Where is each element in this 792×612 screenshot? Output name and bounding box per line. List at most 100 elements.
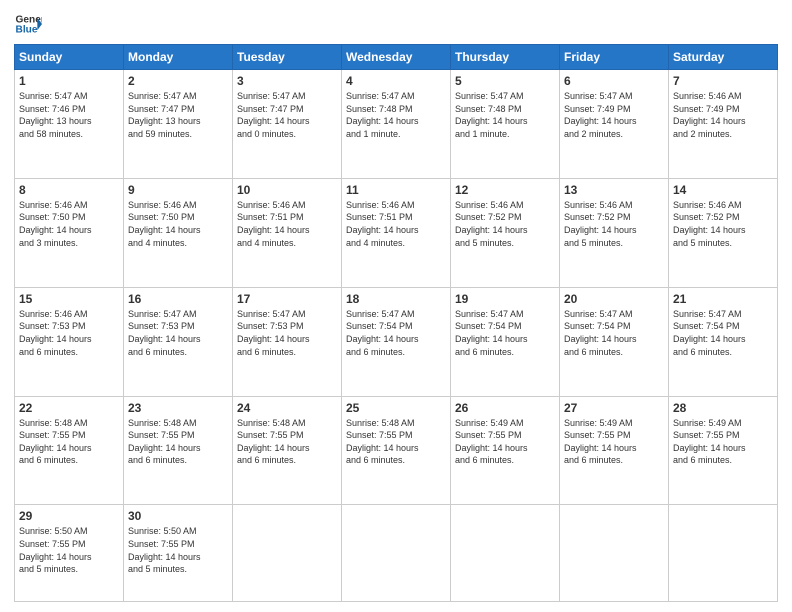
day-info: Sunrise: 5:47 AM Sunset: 7:54 PM Dayligh… [673, 308, 773, 358]
day-info: Sunrise: 5:46 AM Sunset: 7:52 PM Dayligh… [673, 199, 773, 249]
logo-icon: General Blue [14, 10, 42, 38]
day-number: 22 [19, 401, 119, 415]
page: General Blue SundayMondayTuesdayWednesda… [0, 0, 792, 612]
day-info: Sunrise: 5:48 AM Sunset: 7:55 PM Dayligh… [128, 417, 228, 467]
calendar-cell: 30Sunrise: 5:50 AM Sunset: 7:55 PM Dayli… [124, 505, 233, 602]
day-info: Sunrise: 5:48 AM Sunset: 7:55 PM Dayligh… [237, 417, 337, 467]
day-number: 2 [128, 74, 228, 88]
day-info: Sunrise: 5:47 AM Sunset: 7:53 PM Dayligh… [237, 308, 337, 358]
calendar-cell: 26 Sunrise: 5:49 AM Sunset: 7:55 PM Dayli… [451, 396, 560, 505]
day-info: Sunrise: 5:46 AM Sunset: 7:53 PM Dayligh… [19, 308, 119, 358]
calendar-cell: 15 Sunrise: 5:46 AM Sunset: 7:53 PM Dayli… [15, 287, 124, 396]
day-info: Sunrise: 5:47 AM Sunset: 7:49 PM Dayligh… [564, 90, 664, 140]
calendar-cell [560, 505, 669, 602]
calendar-cell: 13 Sunrise: 5:46 AM Sunset: 7:52 PM Dayli… [560, 178, 669, 287]
calendar-cell: 9 Sunrise: 5:46 AM Sunset: 7:50 PM Daylig… [124, 178, 233, 287]
day-number: 11 [346, 183, 446, 197]
day-number: 24 [237, 401, 337, 415]
calendar-cell: 25Sunrise: 5:48 AM Sunset: 7:55 PM Dayli… [342, 396, 451, 505]
day-number: 1 [19, 74, 119, 88]
day-info: Sunrise: 5:46 AM Sunset: 7:52 PM Dayligh… [564, 199, 664, 249]
day-number: 20 [564, 292, 664, 306]
calendar-cell: 20 Sunrise: 5:47 AM Sunset: 7:54 PM Dayli… [560, 287, 669, 396]
day-number: 16 [128, 292, 228, 306]
calendar-cell: 16 Sunrise: 5:47 AM Sunset: 7:53 PM Dayli… [124, 287, 233, 396]
calendar-table: SundayMondayTuesdayWednesdayThursdayFrid… [14, 44, 778, 602]
day-info: Sunrise: 5:46 AM Sunset: 7:50 PM Dayligh… [128, 199, 228, 249]
calendar-cell: 10 Sunrise: 5:46 AM Sunset: 7:51 PM Dayli… [233, 178, 342, 287]
day-info: Sunrise: 5:49 AM Sunset: 7:55 PM Dayligh… [455, 417, 555, 467]
day-number: 6 [564, 74, 664, 88]
day-number: 4 [346, 74, 446, 88]
day-number: 23 [128, 401, 228, 415]
weekday-header: Tuesday [233, 45, 342, 70]
day-info: Sunrise: 5:47 AM Sunset: 7:48 PM Dayligh… [455, 90, 555, 140]
calendar-cell: 18 Sunrise: 5:47 AM Sunset: 7:54 PM Dayli… [342, 287, 451, 396]
calendar-cell: 24 Sunrise: 5:48 AM Sunset: 7:55 PM Dayli… [233, 396, 342, 505]
calendar-cell [669, 505, 778, 602]
calendar-cell: 27 Sunrise: 5:49 AM Sunset: 7:55 PM Dayli… [560, 396, 669, 505]
weekday-header: Thursday [451, 45, 560, 70]
day-number: 17 [237, 292, 337, 306]
day-number: 15 [19, 292, 119, 306]
day-number: 28 [673, 401, 773, 415]
day-number: 27 [564, 401, 664, 415]
day-info: Sunrise: 5:47 AM Sunset: 7:48 PM Dayligh… [346, 90, 446, 140]
day-info: Sunrise: 5:47 AM Sunset: 7:54 PM Dayligh… [564, 308, 664, 358]
day-number: 13 [564, 183, 664, 197]
calendar-cell: 12 Sunrise: 5:46 AM Sunset: 7:52 PM Dayli… [451, 178, 560, 287]
day-number: 14 [673, 183, 773, 197]
calendar-cell: 1 Sunrise: 5:47 AM Sunset: 7:46 PM Daylig… [15, 70, 124, 179]
day-info: Sunrise: 5:48 AM Sunset: 7:55 PM Dayligh… [19, 417, 119, 467]
day-number: 10 [237, 183, 337, 197]
day-info: Sunrise: 5:47 AM Sunset: 7:54 PM Dayligh… [346, 308, 446, 358]
day-info: Sunrise: 5:47 AM Sunset: 7:47 PM Dayligh… [237, 90, 337, 140]
day-info: Sunrise: 5:49 AM Sunset: 7:55 PM Dayligh… [564, 417, 664, 467]
calendar-cell: 7Sunrise: 5:46 AM Sunset: 7:49 PM Daylig… [669, 70, 778, 179]
day-info: Sunrise: 5:47 AM Sunset: 7:53 PM Dayligh… [128, 308, 228, 358]
calendar-cell: 3 Sunrise: 5:47 AM Sunset: 7:47 PM Daylig… [233, 70, 342, 179]
weekday-header: Saturday [669, 45, 778, 70]
calendar-cell: 19 Sunrise: 5:47 AM Sunset: 7:54 PM Dayli… [451, 287, 560, 396]
day-number: 29 [19, 509, 119, 523]
day-info: Sunrise: 5:49 AM Sunset: 7:55 PM Dayligh… [673, 417, 773, 467]
calendar-cell: 8 Sunrise: 5:46 AM Sunset: 7:50 PM Daylig… [15, 178, 124, 287]
day-number: 12 [455, 183, 555, 197]
weekday-header: Sunday [15, 45, 124, 70]
calendar-cell: 6 Sunrise: 5:47 AM Sunset: 7:49 PM Daylig… [560, 70, 669, 179]
day-number: 3 [237, 74, 337, 88]
day-number: 26 [455, 401, 555, 415]
svg-text:Blue: Blue [16, 25, 38, 36]
logo: General Blue [14, 10, 42, 38]
day-number: 5 [455, 74, 555, 88]
calendar-cell: 22 Sunrise: 5:48 AM Sunset: 7:55 PM Dayli… [15, 396, 124, 505]
day-number: 30 [128, 509, 228, 523]
calendar-cell: 28 Sunrise: 5:49 AM Sunset: 7:55 PM Dayli… [669, 396, 778, 505]
day-info: Sunrise: 5:47 AM Sunset: 7:54 PM Dayligh… [455, 308, 555, 358]
header: General Blue [14, 10, 778, 38]
calendar-cell: 5 Sunrise: 5:47 AM Sunset: 7:48 PM Daylig… [451, 70, 560, 179]
day-number: 7 [673, 74, 773, 88]
calendar-cell: 23 Sunrise: 5:48 AM Sunset: 7:55 PM Dayli… [124, 396, 233, 505]
day-info: Sunrise: 5:46 AM Sunset: 7:50 PM Dayligh… [19, 199, 119, 249]
day-info: Sunrise: 5:46 AM Sunset: 7:51 PM Dayligh… [237, 199, 337, 249]
day-info: Sunrise: 5:47 AM Sunset: 7:47 PM Dayligh… [128, 90, 228, 140]
day-info: Sunrise: 5:47 AM Sunset: 7:46 PM Dayligh… [19, 90, 119, 140]
calendar-cell: 14 Sunrise: 5:46 AM Sunset: 7:52 PM Dayli… [669, 178, 778, 287]
calendar-cell [233, 505, 342, 602]
day-info: Sunrise: 5:46 AM Sunset: 7:52 PM Dayligh… [455, 199, 555, 249]
day-info: Sunrise: 5:50 AM Sunset: 7:55 PM Dayligh… [19, 525, 119, 575]
day-number: 19 [455, 292, 555, 306]
day-number: 8 [19, 183, 119, 197]
day-info: Sunrise: 5:48 AM Sunset: 7:55 PM Dayligh… [346, 417, 446, 467]
weekday-header: Wednesday [342, 45, 451, 70]
calendar-cell: 29 Sunrise: 5:50 AM Sunset: 7:55 PM Dayli… [15, 505, 124, 602]
calendar-cell [451, 505, 560, 602]
calendar-cell: 21Sunrise: 5:47 AM Sunset: 7:54 PM Dayli… [669, 287, 778, 396]
calendar-cell [342, 505, 451, 602]
calendar-cell: 11Sunrise: 5:46 AM Sunset: 7:51 PM Dayli… [342, 178, 451, 287]
day-number: 9 [128, 183, 228, 197]
calendar-cell: 17 Sunrise: 5:47 AM Sunset: 7:53 PM Dayli… [233, 287, 342, 396]
calendar-cell: 2 Sunrise: 5:47 AM Sunset: 7:47 PM Daylig… [124, 70, 233, 179]
day-number: 18 [346, 292, 446, 306]
